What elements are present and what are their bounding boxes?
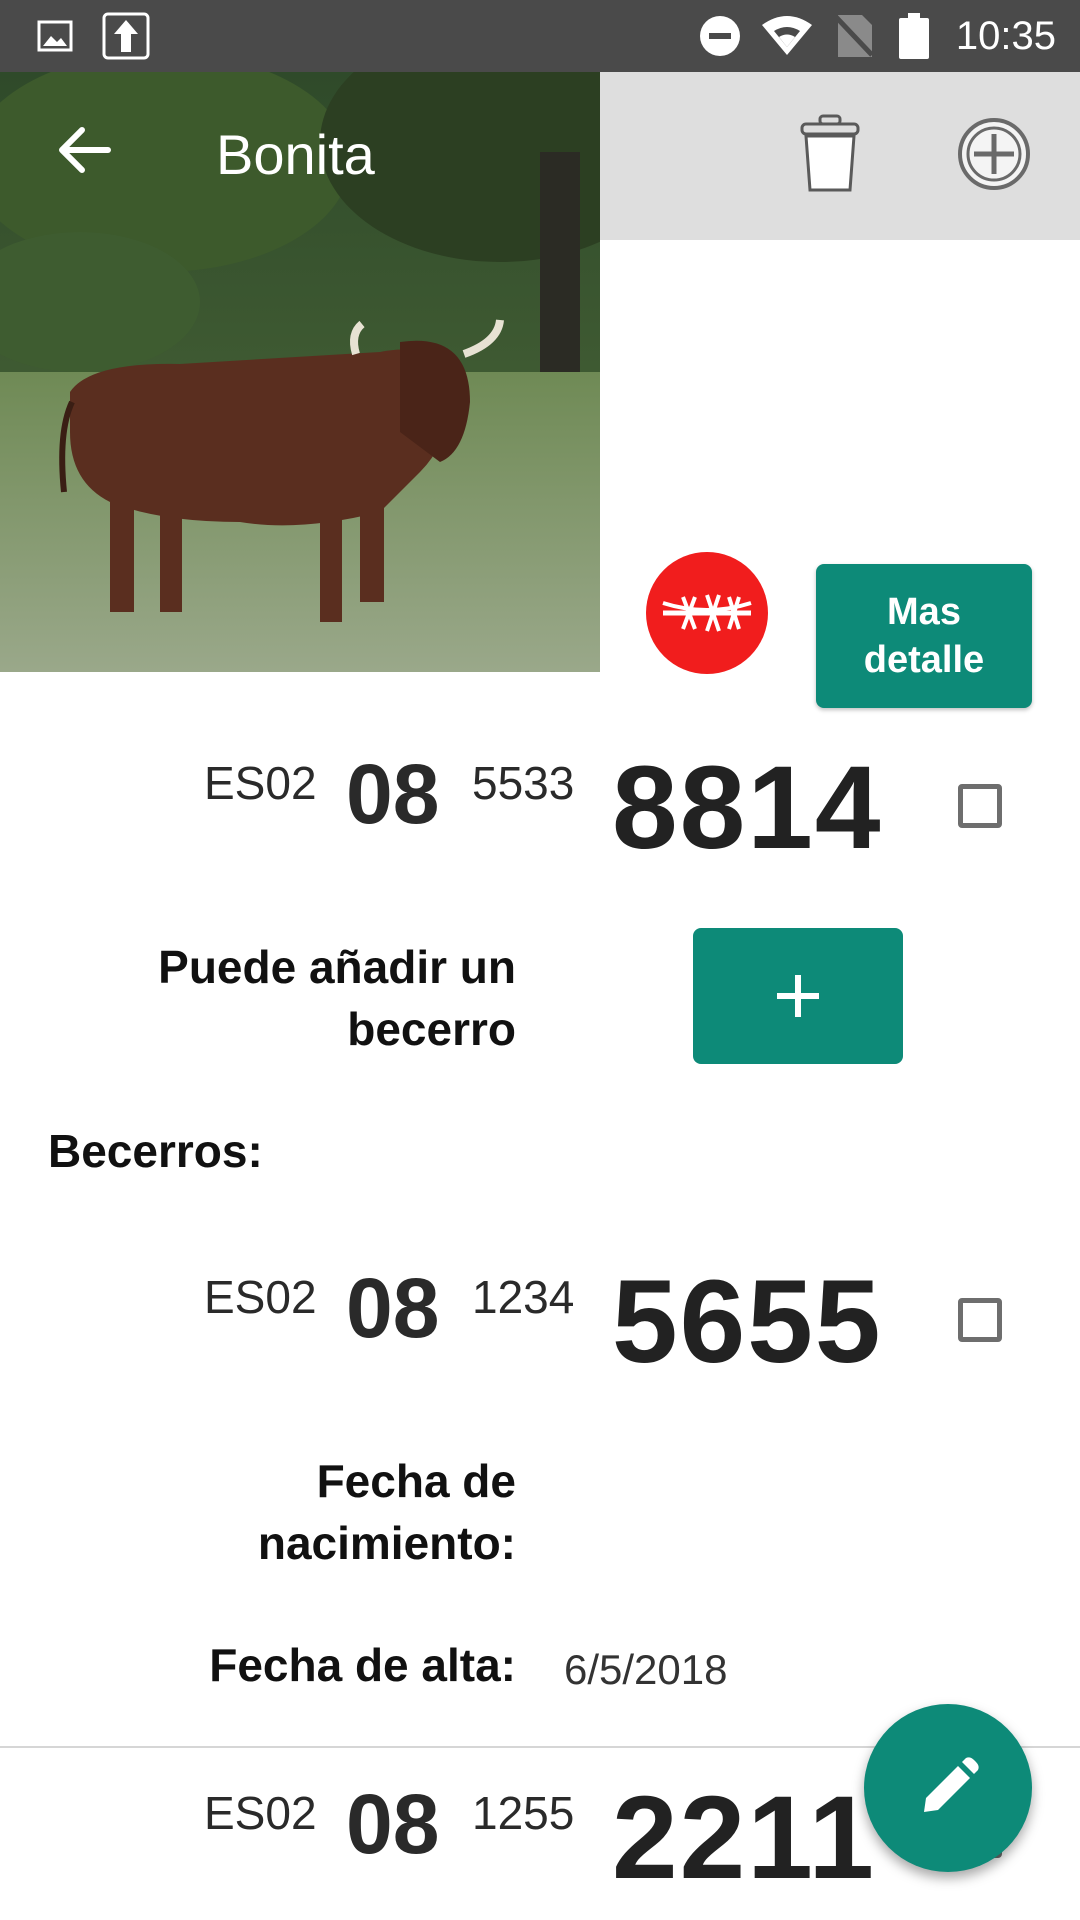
gallery-icon — [34, 0, 76, 72]
registration-date-label: Fecha de alta: — [209, 1639, 516, 1691]
tag-mid: 08 — [346, 1261, 440, 1355]
tag-small: 5533 — [472, 757, 575, 809]
calf-checkbox[interactable] — [958, 1298, 1002, 1342]
upload-icon — [100, 0, 152, 72]
animal-checkbox[interactable] — [958, 784, 1002, 828]
calves-header: Becerros: — [48, 1125, 263, 1177]
tag-prefix: ES02 — [204, 1787, 317, 1839]
tag-number: 5655 — [612, 1256, 883, 1388]
tag-number: 2211 — [612, 1772, 876, 1904]
tag-mid: 08 — [346, 747, 440, 841]
page-title: Bonita — [216, 123, 375, 186]
no-sim-icon — [832, 0, 876, 72]
wifi-icon — [760, 0, 814, 72]
tag-number: 8814 — [612, 742, 883, 874]
barbed-wire-icon — [646, 552, 768, 674]
tag-small: 1234 — [472, 1271, 575, 1323]
add-calf-text: Puede añadir un becerro — [158, 941, 516, 1055]
tag-mid: 08 — [346, 1777, 440, 1871]
add-calf-button[interactable] — [693, 928, 903, 1064]
animal-tag: ES02 08 5533 8814 — [0, 740, 1080, 874]
status-time: 10:35 — [955, 14, 1056, 58]
edit-button[interactable] — [864, 1704, 1032, 1872]
calf-tag: ES02 08 1234 5655 — [0, 1254, 1080, 1388]
trash-icon[interactable] — [792, 112, 868, 196]
status-bar: 10:35 — [0, 0, 1080, 72]
edit-pencil-icon — [924, 1757, 979, 1812]
tag-small: 1255 — [472, 1787, 575, 1839]
do-not-disturb-icon — [698, 0, 742, 72]
add-circle-icon[interactable] — [954, 114, 1034, 194]
plus-icon — [777, 975, 819, 1017]
tag-prefix: ES02 — [204, 1271, 317, 1323]
arrow-left-icon[interactable] — [44, 110, 124, 190]
tag-prefix: ES02 — [204, 757, 317, 809]
registration-date-value: 6/5/2018 — [564, 1646, 728, 1693]
battery-icon — [896, 0, 932, 72]
more-detail-label: Mas detalle — [863, 591, 985, 681]
birth-date-label: Fecha de nacimiento: — [257, 1455, 516, 1569]
more-detail-button[interactable]: Mas detalle — [816, 564, 1032, 708]
